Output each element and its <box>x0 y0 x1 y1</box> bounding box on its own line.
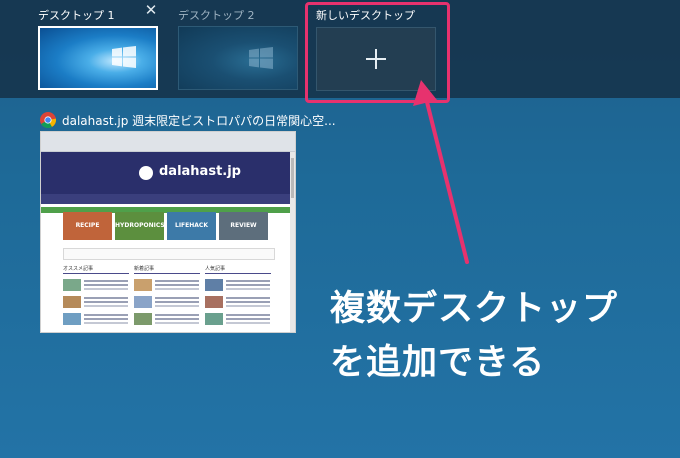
annotation-caption: 複数デスクトップ を追加できる <box>330 282 618 390</box>
annotation-line-1: 複数デスクトップ <box>330 289 619 329</box>
annotation-line-2: を追加できる <box>330 343 546 383</box>
